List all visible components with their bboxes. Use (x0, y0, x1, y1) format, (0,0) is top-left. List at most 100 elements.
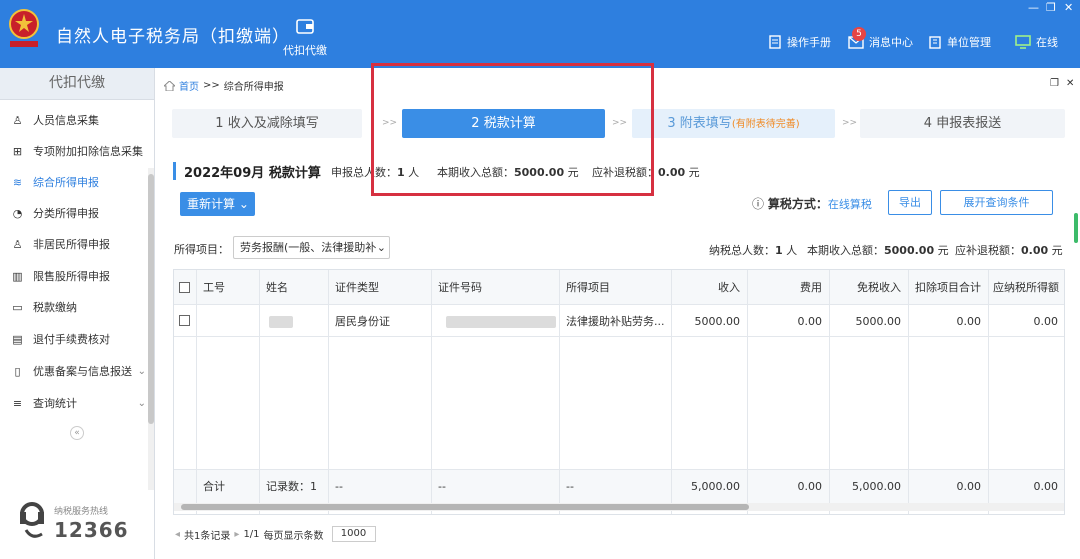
column-header: 所得项目 (566, 281, 610, 294)
per-page-input[interactable]: 1000 (331, 526, 376, 542)
sidebar-item[interactable]: ⊞ 专项附加扣除信息采集 (0, 136, 148, 166)
column-header: 应纳税所得额 (993, 281, 1059, 294)
sidebar-item[interactable]: ≡ 查询统计 ⌄ (0, 388, 148, 418)
tax-table: 工号 姓名 证件类型 证件号码 所得项目 收入 费用 免税收入 扣除项目合计 应纳税所得额 居民身份… (173, 269, 1065, 515)
hotline: 纳税服务热线 12366 (18, 500, 148, 550)
table-cell: 0.00 (956, 315, 982, 328)
redacted-name (269, 316, 293, 328)
column-header: 扣除项目合计 (915, 281, 981, 294)
column-header: 免税收入 (857, 281, 901, 294)
sidebar-item[interactable]: ▯ 优惠备案与信息报送 ⌄ (0, 356, 148, 386)
table-cell: 法律援助补贴劳务... (566, 315, 665, 328)
table-column-divider (747, 270, 748, 514)
table-cell: 5000.00 (855, 315, 902, 328)
sidebar-item[interactable]: ♙ 非居民所得申报 (0, 229, 148, 259)
income-item-select[interactable]: 劳务报酬(一般、法律援助补 ⌄ (233, 236, 390, 259)
prev-page-icon[interactable]: ◂ (175, 529, 180, 540)
sidebar-item[interactable]: ≋ 综合所得申报 (0, 167, 148, 197)
sidebar-item[interactable]: ◔ 分类所得申报 (0, 198, 148, 228)
next-page-icon[interactable]: ▸ (234, 529, 239, 540)
bar-chart-icon: ▥ (12, 269, 23, 283)
building-icon (929, 36, 941, 49)
chevron-down-icon[interactable]: ⌄ (138, 398, 146, 409)
panel-close-icon[interactable]: ✕ (1066, 78, 1074, 89)
sidebar: 代扣代缴 ♙ 人员信息采集 ⊞ 专项附加扣除信息采集 ≋ 综合所得申报 ◔ 分类所得申报 ♙ 非居… (0, 68, 155, 559)
table-cell: 居民身份证 (335, 315, 390, 328)
chevron-down-icon: ⌄ (238, 197, 249, 211)
footer-cell: 0.00 (1033, 480, 1059, 493)
column-header: 工号 (203, 281, 225, 294)
income-total-text: 本期收入总额：5000.00 元 (437, 166, 579, 179)
breadcrumb-home[interactable]: 首页 (179, 78, 199, 93)
page-scroll-indicator[interactable] (1074, 213, 1078, 243)
sidebar-item[interactable]: ▭ 税款缴纳 (0, 292, 148, 322)
table-column-divider (671, 270, 672, 514)
wallet-icon (296, 19, 314, 34)
panel-restore-icon[interactable]: ❐ (1050, 78, 1059, 89)
sidebar-item[interactable]: ▥ 限售股所得申报 (0, 261, 148, 291)
tab-withholding[interactable]: 代扣代缴 (278, 16, 332, 58)
chevron-down-icon: ⌄ (376, 241, 386, 254)
per-page-label: 每页显示条数 (263, 530, 324, 542)
message-center-label: 消息中心 (869, 36, 913, 49)
footer-cell: 合计 (203, 480, 225, 493)
column-header: 姓名 (266, 281, 288, 294)
period-info-bar: 2022年09月 税款计算 申报总人数：1 人 本期收入总额：5000.00 元… (173, 159, 1065, 183)
table-column-divider (431, 270, 432, 514)
minimize-icon[interactable]: — (1028, 2, 1039, 14)
org-management-link[interactable]: 单位管理 (928, 34, 991, 50)
table-cell: 0.00 (797, 315, 823, 328)
sidebar-item[interactable]: ▤ 退付手续费核对 (0, 324, 148, 354)
step-attachment-entry[interactable]: 3 附表填写(有附表待完善) (632, 109, 835, 138)
sidebar-item-label: 查询统计 (33, 397, 77, 410)
page-indicator: 1/1 (243, 528, 260, 540)
close-icon[interactable]: ✕ (1064, 2, 1073, 14)
step-separator: >> (612, 118, 628, 128)
footer-cell: 0.00 (956, 480, 982, 493)
step-report-submission[interactable]: 4 申报表报送 (860, 109, 1065, 138)
attachment-pending-note: (有附表待完善) (731, 119, 800, 130)
message-count-badge: 5 (852, 27, 866, 41)
info-icon: ⓘ (752, 197, 765, 211)
file-icon: ▯ (14, 364, 21, 378)
sidebar-item-label: 非居民所得申报 (33, 238, 110, 251)
hotline-label: 纳税服务热线 (54, 507, 109, 517)
query-icon: ≡ (12, 396, 23, 410)
footer-cell: 记录数：1 (266, 480, 317, 493)
expand-query-button[interactable]: 展开查询条件 (940, 190, 1053, 215)
step-income-entry[interactable]: 1 收入及减除填写 (172, 109, 362, 138)
tax-emblem-logo (9, 9, 39, 47)
document-icon: ▤ (12, 332, 23, 346)
online-status[interactable]: 在线 (1015, 34, 1058, 50)
chevron-down-icon[interactable]: ⌄ (138, 366, 146, 377)
row-checkbox[interactable] (179, 315, 190, 326)
restore-icon[interactable]: ❐ (1046, 2, 1056, 14)
folder-icon: ▭ (12, 300, 23, 314)
collapse-sidebar-button[interactable]: « (70, 426, 84, 440)
hotline-number: 12366 (54, 518, 129, 542)
table-cell: 5000.00 (694, 315, 741, 328)
export-button[interactable]: 导出 (888, 190, 932, 215)
tab-withholding-label: 代扣代缴 (283, 44, 327, 57)
breadcrumb-separator: >> (203, 80, 220, 91)
breadcrumb-current: 综合所得申报 (223, 82, 284, 93)
sidebar-scrollbar[interactable] (148, 168, 154, 490)
manual-label: 操作手册 (787, 36, 831, 49)
sidebar-item-label: 限售股所得申报 (33, 270, 110, 283)
manual-link[interactable]: 操作手册 (768, 34, 831, 50)
sidebar-item[interactable]: ♙ 人员信息采集 (0, 105, 148, 135)
select-all-checkbox[interactable] (179, 282, 190, 293)
step-tax-calculation[interactable]: 2 税款计算 (402, 109, 605, 138)
sidebar-item-label: 优惠备案与信息报送 (33, 365, 132, 378)
sidebar-item-label: 税款缴纳 (33, 301, 77, 314)
table-cell: 0.00 (1033, 315, 1059, 328)
recalculate-button[interactable]: 重新计算 ⌄ (180, 192, 255, 216)
table-horizontal-scrollbar[interactable] (174, 503, 1064, 511)
redacted-id-number (446, 316, 556, 328)
column-header: 证件号码 (438, 281, 482, 294)
footer-cell: 5,000.00 (691, 480, 740, 493)
summary-income: 本期收入总额：5000.00 元 (807, 244, 949, 257)
online-label: 在线 (1036, 36, 1058, 49)
total-people-text: 申报总人数：1 人 (331, 166, 420, 179)
layers-icon: ≋ (12, 175, 23, 189)
